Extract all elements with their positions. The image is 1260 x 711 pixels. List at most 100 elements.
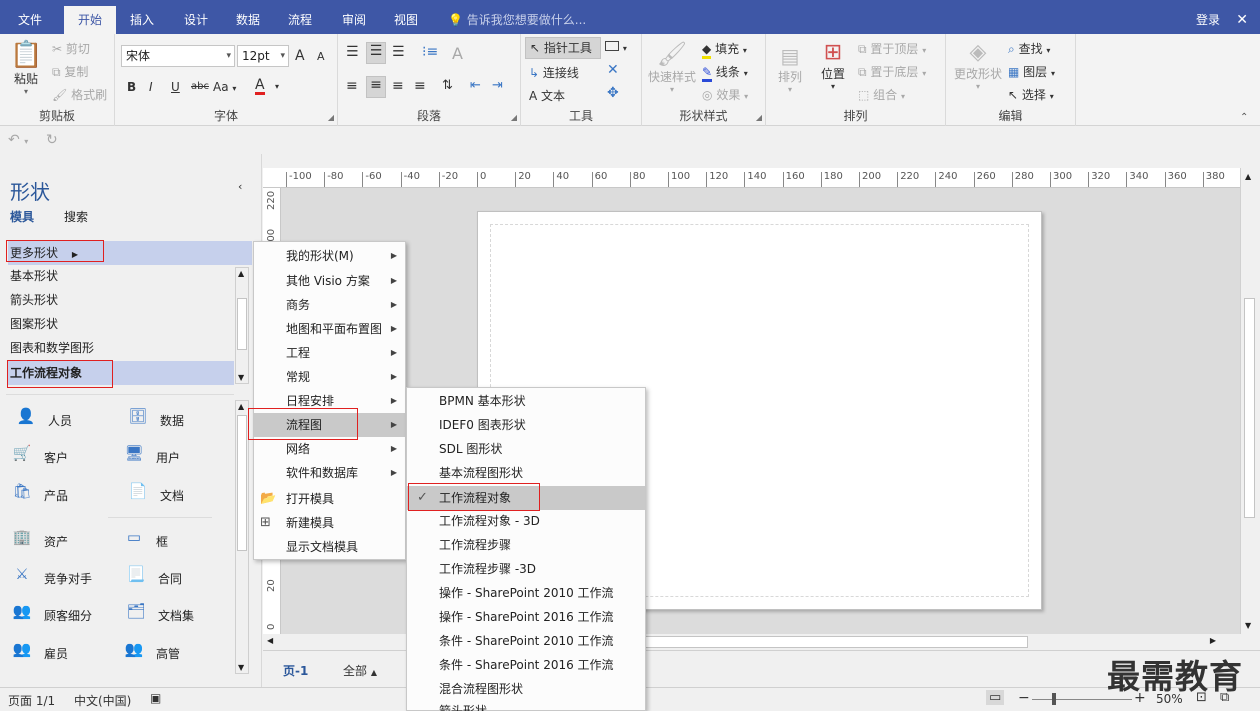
connector-button[interactable]: ↳ 连接线 — [529, 64, 579, 81]
zoom-slider-thumb[interactable] — [1052, 693, 1056, 705]
menu-item-engineering[interactable]: 工程 ▶ — [254, 341, 405, 365]
submenu-item[interactable]: IDEF0 图表形状 — [407, 413, 645, 437]
zoom-out-icon[interactable]: − — [1018, 690, 1030, 706]
stencil-shapes-scrollbar[interactable]: ▲ ▼ — [235, 400, 249, 674]
menu-item-my-shapes[interactable]: 我的形状(M) ▶ — [254, 244, 405, 268]
menu-item-maps[interactable]: 地图和平面布置图 ▶ — [254, 317, 405, 341]
align-left-icon[interactable]: ≡ — [346, 78, 358, 94]
tab-stencils[interactable]: 模具 — [10, 208, 34, 225]
menu-item-general[interactable]: 常规 ▶ — [254, 365, 405, 389]
align-right-icon[interactable]: ≡ — [392, 78, 404, 94]
scroll-up-icon[interactable]: ▲ — [238, 269, 244, 278]
paragraph-launcher-icon[interactable]: ◢ — [511, 113, 517, 122]
scroll-down-icon[interactable]: ▼ — [238, 663, 244, 672]
text-tool-button[interactable]: A 文本 — [529, 87, 565, 104]
send-to-back-button[interactable]: ⧉ 置于底层 ▾ — [858, 63, 926, 80]
zoom-slider[interactable] — [1032, 699, 1132, 700]
font-color-dropdown[interactable]: ▾ — [275, 82, 279, 91]
canvas-vertical-scrollbar[interactable]: ▲ ▼ — [1240, 168, 1258, 634]
submenu-item[interactable]: 混合流程图形状 — [407, 677, 645, 701]
submenu-item[interactable]: 工作流程对象 - 3D — [407, 509, 645, 533]
menu-item-open-stencil[interactable]: 📂 打开模具 — [254, 487, 405, 511]
undo-icon[interactable]: ↶ ▾ — [8, 132, 28, 148]
tab-view[interactable]: 视图 — [384, 0, 428, 34]
stencil-list-item[interactable]: 箭头形状 — [8, 288, 234, 312]
collapse-ribbon-icon[interactable]: ⌃ — [1240, 112, 1248, 123]
tab-design[interactable]: 设计 — [174, 0, 218, 34]
tab-file[interactable]: 文件 — [8, 0, 52, 34]
italic-button[interactable]: I — [149, 80, 153, 94]
submenu-item[interactable]: 操作 - SharePoint 2016 工作流 — [407, 605, 645, 629]
submenu-item[interactable]: 箭头形状 — [407, 701, 645, 711]
fill-button[interactable]: ◆ 填充 ▾ — [702, 40, 747, 59]
submenu-item[interactable]: 条件 - SharePoint 2010 工作流 — [407, 629, 645, 653]
page-indicator[interactable]: 页面 1/1 — [8, 692, 55, 709]
stencil-list-item[interactable]: 图表和数学图形 — [8, 336, 234, 360]
tab-home[interactable]: 开始 — [64, 6, 116, 34]
underline-button[interactable]: U — [171, 80, 180, 94]
submenu-item[interactable]: SDL 图形状 — [407, 437, 645, 461]
decrease-indent-icon[interactable]: ⇤ — [470, 78, 481, 93]
arrange-button[interactable]: ▤ 排列 ▾ — [774, 44, 806, 94]
line-button[interactable]: ✎ 线条 ▾ — [702, 63, 748, 82]
font-color-button[interactable]: A — [255, 78, 265, 95]
submenu-item[interactable]: 操作 - SharePoint 2010 工作流 — [407, 581, 645, 605]
scroll-thumb[interactable] — [1244, 298, 1255, 518]
scroll-down-icon[interactable]: ▼ — [1245, 621, 1251, 630]
menu-item-network[interactable]: 网络 ▶ — [254, 437, 405, 461]
submenu-item[interactable]: 工作流程步骤 -3D — [407, 557, 645, 581]
layers-button[interactable]: ▦ 图层 ▾ — [1008, 63, 1055, 80]
tab-insert[interactable]: 插入 — [120, 0, 164, 34]
submenu-item[interactable]: 条件 - SharePoint 2016 工作流 — [407, 653, 645, 677]
scroll-up-icon[interactable]: ▲ — [238, 402, 244, 411]
paste-button[interactable]: 📋 粘贴 ▾ — [10, 40, 42, 96]
scroll-thumb[interactable] — [643, 636, 1028, 648]
effects-button[interactable]: ◎ 效果 ▾ — [702, 86, 748, 103]
delete-connector-icon[interactable]: ✕ — [607, 62, 619, 78]
submenu-item[interactable]: 基本流程图形状 — [407, 461, 645, 485]
menu-item-other-visio[interactable]: 其他 Visio 方案 ▶ — [254, 269, 405, 293]
all-pages-button[interactable]: 全部 ▲ — [343, 662, 377, 679]
quick-styles-button[interactable]: 🖌 快速样式 ▾ — [646, 40, 698, 94]
menu-item-new-stencil[interactable]: ⊞ 新建模具 — [254, 511, 405, 535]
bring-to-front-button[interactable]: ⧉ 置于顶层 ▾ — [858, 40, 926, 57]
group-button[interactable]: ⬚ 组合 ▾ — [858, 86, 905, 103]
macro-icon[interactable]: ▣ — [150, 691, 161, 705]
font-size-select[interactable]: 12pt ▾ — [237, 45, 289, 67]
scroll-left-icon[interactable]: ◀ — [267, 636, 273, 645]
tab-data[interactable]: 数据 — [226, 0, 270, 34]
shrink-font-button[interactable]: A — [317, 50, 325, 63]
copy-button[interactable]: ⧉ 复制 — [52, 63, 88, 80]
scroll-thumb[interactable] — [237, 415, 247, 551]
change-shape-button[interactable]: ◈ 更改形状 ▾ — [952, 40, 1004, 91]
align-bottom-icon[interactable]: ☰ — [392, 44, 405, 60]
tell-me-box[interactable]: 💡 告诉我您想要做什么... — [448, 0, 586, 34]
align-center-icon[interactable]: ≡ — [366, 76, 386, 98]
page-tab-1[interactable]: 页-1 — [283, 662, 308, 679]
shape-style-launcher-icon[interactable]: ◢ — [756, 113, 762, 122]
menu-item-business[interactable]: 商务 ▶ — [254, 293, 405, 317]
tab-process[interactable]: 流程 — [278, 0, 322, 34]
tab-search[interactable]: 搜索 — [64, 208, 88, 225]
menu-item-software[interactable]: 软件和数据库 ▶ — [254, 461, 405, 485]
connection-point-icon[interactable]: ✥ — [607, 85, 619, 101]
select-button[interactable]: ↖ 选择 ▾ — [1008, 86, 1054, 103]
scroll-right-icon[interactable]: ▶ — [1210, 636, 1216, 645]
strikethrough-button[interactable]: abc — [191, 81, 209, 92]
text-rotate-icon[interactable]: A — [452, 44, 463, 63]
presentation-icon[interactable]: ▭ — [986, 690, 1005, 705]
stencil-list-item[interactable]: 图案形状 — [8, 312, 234, 336]
position-button[interactable]: ⊞ 位置 ▾ — [816, 40, 850, 91]
change-case-button[interactable]: Aa ▾ — [213, 80, 236, 94]
format-painter-button[interactable]: 🖌 格式刷 — [52, 86, 107, 103]
cut-button[interactable]: ✂ 剪切 — [52, 40, 90, 57]
justify-icon[interactable]: ≡ — [414, 78, 426, 94]
font-launcher-icon[interactable]: ◢ — [328, 113, 334, 122]
increase-indent-icon[interactable]: ⇥ — [492, 78, 503, 93]
bold-button[interactable]: B — [127, 80, 136, 94]
scroll-thumb[interactable] — [237, 298, 247, 350]
redo-icon[interactable]: ↻ — [46, 132, 58, 148]
submenu-item[interactable]: BPMN 基本形状 — [407, 389, 645, 413]
bullets-icon[interactable]: ⁝≡ — [422, 44, 438, 60]
stencil-list-scrollbar[interactable]: ▲ ▼ — [235, 267, 249, 384]
